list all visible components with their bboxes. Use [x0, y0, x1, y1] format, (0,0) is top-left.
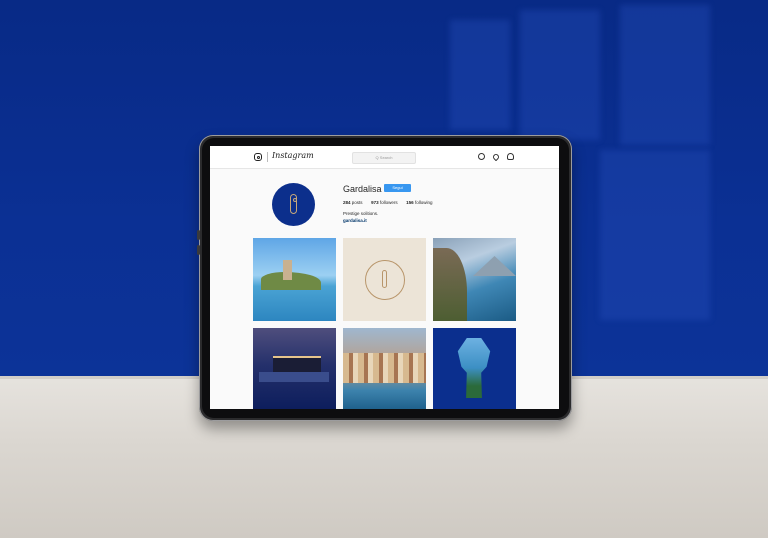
heart-icon[interactable]: [491, 152, 501, 162]
window-light-reflection: [600, 150, 710, 320]
post-image-detail: [343, 353, 426, 383]
volume-button: [197, 245, 200, 255]
posts-label: posts: [351, 200, 363, 205]
profile-username: Gardalisa: [343, 184, 382, 194]
tablet-device: Instagram Q Search Gardalisa Segui 284 p…: [197, 135, 572, 421]
post-thumbnail[interactable]: [253, 238, 336, 321]
post-thumbnail[interactable]: [433, 328, 516, 409]
followers-count[interactable]: 973: [371, 200, 379, 205]
key-logo-icon: [290, 194, 297, 214]
window-light-reflection: [620, 5, 710, 145]
post-thumbnail[interactable]: [253, 328, 336, 409]
brand-emblem: [365, 260, 405, 300]
screen: Instagram Q Search Gardalisa Segui 284 p…: [210, 146, 559, 409]
profile-stats: 284 posts 973 followers 156 following: [343, 200, 432, 205]
post-image-detail: [433, 248, 467, 321]
post-thumbnail[interactable]: [433, 238, 516, 321]
window-light-reflection: [450, 20, 510, 130]
post-thumbnail[interactable]: [343, 328, 426, 409]
post-image-detail: [283, 260, 292, 280]
compass-icon[interactable]: [478, 153, 485, 160]
logo-divider: [267, 152, 268, 162]
profile-website-link[interactable]: gardalisa.it: [343, 218, 367, 223]
search-input[interactable]: Q Search: [352, 152, 416, 164]
key-logo-icon: [382, 270, 387, 288]
volume-button: [197, 230, 200, 240]
follow-button[interactable]: Segui: [384, 184, 411, 192]
instagram-wordmark[interactable]: Instagram: [272, 151, 314, 160]
window-light-reflection: [520, 10, 600, 140]
profile-bio: Prestige solitions.: [343, 211, 379, 216]
following-label[interactable]: following: [415, 200, 433, 205]
avatar[interactable]: [272, 183, 315, 226]
following-count[interactable]: 156: [406, 200, 414, 205]
followers-label[interactable]: followers: [380, 200, 398, 205]
profile-icon[interactable]: [507, 153, 514, 160]
instagram-logo-icon[interactable]: [254, 153, 262, 161]
keyhole-image: [457, 338, 491, 398]
post-image-detail: [273, 356, 321, 372]
post-thumbnail[interactable]: [343, 238, 426, 321]
post-image-detail: [259, 372, 329, 382]
top-nav-bar: Instagram Q Search: [210, 146, 559, 169]
post-image-detail: [473, 256, 516, 276]
posts-count: 284: [343, 200, 351, 205]
